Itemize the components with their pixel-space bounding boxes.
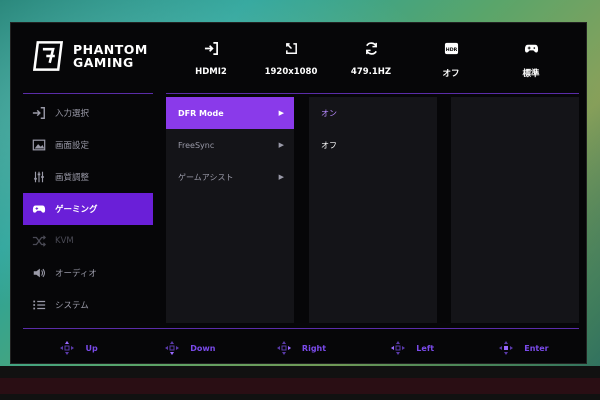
- resolution-icon: [284, 41, 299, 59]
- value-option-off[interactable]: オフ: [309, 129, 437, 161]
- sidebar-item-gaming[interactable]: ゲーミング: [23, 193, 153, 225]
- sidebar-item-audio[interactable]: オーディオ: [23, 257, 153, 289]
- sidebar-item-input[interactable]: 入力選択: [23, 97, 153, 129]
- dpad-up-icon: [60, 341, 75, 355]
- divider: [23, 328, 579, 329]
- sidebar-item-label: システム: [55, 301, 89, 311]
- status-input-value: HDMI2: [195, 67, 227, 77]
- monitor-bezel: [0, 366, 600, 400]
- kvm-icon: [23, 234, 55, 248]
- sidebar-item-kvm[interactable]: KVM: [23, 225, 153, 257]
- sidebar-item-label: ゲーミング: [55, 205, 98, 215]
- status-refresh-value: 479.1HZ: [350, 67, 392, 77]
- value-option-label: オン: [321, 108, 337, 118]
- key-guide-right: Right: [245, 335, 356, 361]
- status-input: HDMI2: [171, 41, 251, 83]
- divider: [166, 93, 579, 94]
- submenu-item-label: DFR Mode: [178, 108, 224, 118]
- divider: [23, 93, 153, 94]
- input-icon: [204, 41, 219, 59]
- key-guide-up: Up: [23, 335, 134, 361]
- phantom-gaming-logo-icon: [32, 41, 64, 71]
- dpad-right-icon: [276, 341, 291, 355]
- hdr-icon: HDR: [444, 41, 459, 59]
- sidebar-item-screen[interactable]: 画面設定: [23, 129, 153, 161]
- chevron-right-icon: ▶: [278, 109, 284, 117]
- sidebar-item-label: オーディオ: [55, 269, 97, 279]
- dpad-left-icon: [391, 341, 406, 355]
- key-guide: Up Down Right Left Enter: [23, 335, 579, 361]
- submenu-item-dfr-mode[interactable]: DFR Mode ▶: [166, 97, 294, 129]
- status-hdr: HDR オフ: [411, 41, 491, 83]
- image-icon: [23, 138, 55, 152]
- sidebar-item-label: 画質調整: [55, 173, 90, 183]
- submenu-panel: DFR Mode ▶ FreeSync ▶ ゲームアシスト ▶: [166, 97, 294, 323]
- submenu-item-label: ゲームアシスト: [178, 172, 234, 182]
- sidebar-item-label: KVM: [55, 236, 74, 246]
- sidebar-item-label: 入力選択: [55, 109, 90, 119]
- gamepad-icon: [524, 41, 539, 59]
- svg-text:HDR: HDR: [445, 47, 457, 53]
- chevron-right-icon: ▶: [278, 173, 284, 181]
- status-hdr-value: オフ: [442, 69, 460, 79]
- submenu-item-freesync[interactable]: FreeSync ▶: [166, 129, 294, 161]
- key-guide-enter: Enter: [468, 335, 579, 361]
- brand-logo: PHANTOM GAMING: [31, 39, 148, 73]
- input-icon: [23, 106, 55, 120]
- status-game-mode-value: 標準: [522, 69, 540, 79]
- status-refresh: 479.1HZ: [331, 41, 411, 83]
- chevron-right-icon: ▶: [278, 141, 284, 149]
- dpad-down-icon: [165, 341, 180, 355]
- dpad-center-icon: [499, 341, 514, 355]
- sliders-icon: [23, 170, 55, 184]
- submenu-item-label: FreeSync: [178, 140, 215, 150]
- detail-panel: [451, 97, 579, 323]
- sidebar-item-system[interactable]: システム: [23, 289, 153, 321]
- key-guide-left: Left: [357, 335, 468, 361]
- list-icon: [23, 298, 55, 312]
- submenu-item-game-assist[interactable]: ゲームアシスト ▶: [166, 161, 294, 193]
- sidebar-item-picture[interactable]: 画質調整: [23, 161, 153, 193]
- value-option-on[interactable]: オン: [309, 97, 437, 129]
- gamepad-icon: [23, 202, 55, 216]
- value-option-label: オフ: [321, 140, 337, 150]
- sidebar-item-label: 画面設定: [55, 141, 90, 151]
- status-resolution: 1920x1080: [251, 41, 331, 83]
- brand-line2: GAMING: [73, 55, 134, 70]
- status-game-mode: 標準: [491, 41, 571, 83]
- osd-menu: PHANTOM GAMING HDMI2 1920x1080 479.1HZ H…: [10, 22, 587, 364]
- speaker-icon: [23, 266, 55, 280]
- main-menu: 入力選択 画面設定 画質調整 ゲーミング KVM オーディオ システム: [23, 97, 153, 321]
- refresh-icon: [364, 41, 379, 59]
- key-guide-down: Down: [134, 335, 245, 361]
- value-panel: オン オフ: [309, 97, 437, 323]
- status-bar: HDMI2 1920x1080 479.1HZ HDR オフ 標準: [171, 41, 571, 83]
- status-resolution-value: 1920x1080: [264, 67, 318, 77]
